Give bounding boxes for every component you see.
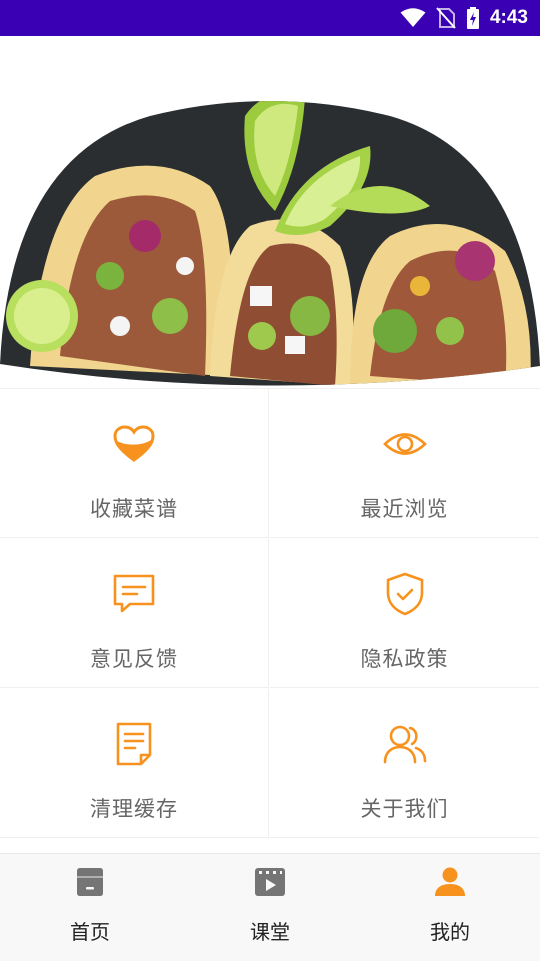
menu-item-label: 隐私政策	[360, 647, 449, 671]
battery-charging-icon	[466, 7, 480, 29]
nav-mine[interactable]: 我的	[360, 854, 540, 961]
menu-item-clear-cache[interactable]: 清理缓存	[0, 689, 269, 838]
menu-item-recent-views[interactable]: 最近浏览	[270, 389, 539, 538]
bottom-nav: 首页 课堂 我的	[0, 853, 540, 961]
hero-image	[0, 36, 540, 388]
person-icon	[432, 864, 468, 900]
wifi-icon	[400, 8, 426, 28]
menu-item-label: 意见反馈	[90, 647, 178, 671]
store-icon	[72, 864, 108, 900]
nav-label: 课堂	[250, 920, 290, 944]
menu-item-label: 清理缓存	[90, 797, 178, 821]
shield-check-icon	[382, 571, 428, 617]
menu-item-about-us[interactable]: 关于我们	[270, 689, 539, 838]
menu-item-feedback[interactable]: 意见反馈	[0, 539, 269, 688]
heart-bowl-icon	[111, 421, 157, 467]
menu-item-label: 关于我们	[360, 797, 449, 821]
status-icons: 4:43	[400, 0, 528, 36]
nav-classroom[interactable]: 课堂	[180, 854, 360, 961]
menu-item-favorite-recipes[interactable]: 收藏菜谱	[0, 389, 269, 538]
menu-item-label: 最近浏览	[360, 497, 449, 521]
status-bar: 4:43	[0, 0, 540, 36]
no-sim-icon	[436, 7, 456, 29]
nav-label: 我的	[430, 920, 470, 944]
message-icon	[111, 571, 157, 617]
document-icon	[111, 721, 157, 767]
menu-item-label: 收藏菜谱	[90, 497, 178, 521]
video-icon	[252, 864, 288, 900]
nav-label: 首页	[70, 920, 110, 944]
status-time: 4:43	[489, 7, 528, 28]
menu-item-privacy-policy[interactable]: 隐私政策	[270, 539, 539, 688]
menu-grid: 收藏菜谱 最近浏览 意见反馈 隐私政策 清理缓存 关于我们	[0, 388, 540, 841]
eye-icon	[382, 421, 428, 467]
nav-home[interactable]: 首页	[0, 854, 180, 961]
users-icon	[382, 721, 428, 767]
